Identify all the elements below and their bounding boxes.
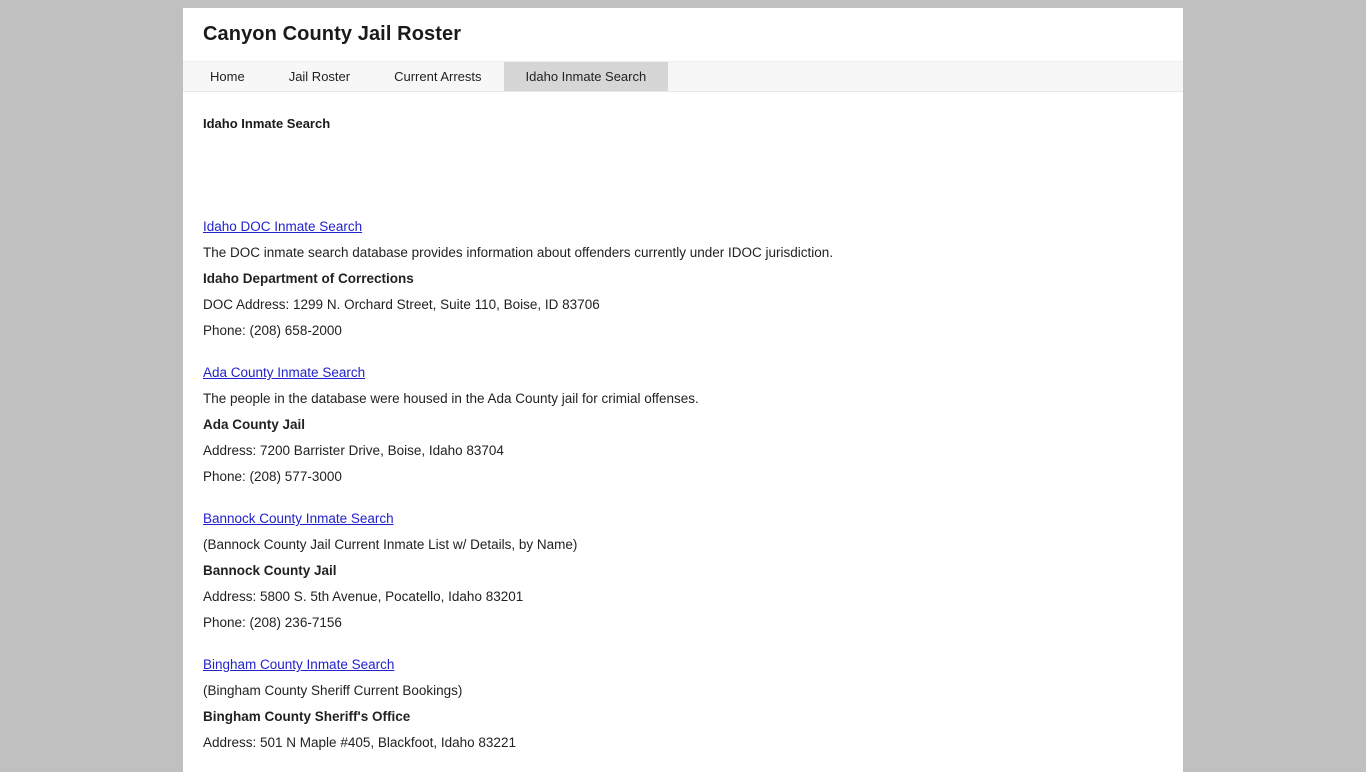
organization-name: Bingham County Sheriff's Office (203, 709, 411, 724)
main-navigation: Home Jail Roster Current Arrests Idaho Inma… (183, 62, 1183, 92)
inmate-search-link[interactable]: Idaho DOC Inmate Search (203, 219, 362, 234)
search-description: (Bingham County Sheriff Current Bookings… (203, 683, 463, 698)
organization-name: Idaho Department of Corrections (203, 271, 414, 286)
organization-address: Address: 501 N Maple #405, Blackfoot, Id… (203, 735, 516, 750)
search-description: (Bannock County Jail Current Inmate List… (203, 537, 578, 552)
nav-item-idaho-inmate-search[interactable]: Idaho Inmate Search (503, 62, 669, 91)
organization-phone: Phone: (208) 658-2000 (203, 323, 342, 338)
inmate-search-block: Idaho DOC Inmate Search The DOC inmate se… (203, 214, 1163, 344)
organization-name: Bannock County Jail (203, 563, 337, 578)
empty-ad-slot (203, 132, 1163, 214)
search-description: The people in the database were housed i… (203, 391, 699, 406)
search-link-row: Idaho DOC Inmate Search (203, 214, 1163, 240)
inmate-search-block: Bannock County Inmate Search (Bannock Cou… (203, 506, 1163, 636)
organization-name: Ada County Jail (203, 417, 306, 432)
organization-address: DOC Address: 1299 N. Orchard Street, Sui… (203, 297, 600, 312)
main-content: Idaho Inmate Search Idaho DOC Inmate Sea… (183, 92, 1183, 756)
search-link-row: Bannock County Inmate Search (203, 506, 1163, 532)
nav-item-label: Jail Roster (288, 69, 351, 84)
nav-item-label: Current Arrests (394, 69, 482, 84)
organization-address: Address: 7200 Barrister Drive, Boise, Id… (203, 443, 504, 458)
inmate-search-list: Idaho DOC Inmate Search The DOC inmate se… (203, 214, 1163, 756)
nav-item-label: Idaho Inmate Search (525, 69, 647, 84)
inmate-search-link[interactable]: Bannock County Inmate Search (203, 511, 394, 526)
inmate-search-block: Bingham County Inmate Search (Bingham Cou… (203, 652, 1163, 756)
organization-phone: Phone: (208) 236-7156 (203, 615, 342, 630)
search-link-row: Bingham County Inmate Search (203, 652, 1163, 678)
nav-item-home[interactable]: Home (188, 62, 267, 91)
page-title: Canyon County Jail Roster (203, 23, 462, 45)
page-container: Canyon County Jail Roster Home Jail Roste… (183, 8, 1183, 772)
inmate-search-link[interactable]: Ada County Inmate Search (203, 365, 365, 380)
search-link-row: Ada County Inmate Search (203, 360, 1163, 386)
organization-phone: Phone: (208) 577-3000 (203, 469, 342, 484)
inmate-search-block: Ada County Inmate Search The people in th… (203, 360, 1163, 490)
search-description: The DOC inmate search database provides … (203, 245, 834, 260)
content-heading: Idaho Inmate Search (203, 116, 331, 131)
nav-item-current-arrests[interactable]: Current Arrests (372, 62, 503, 91)
nav-item-label: Home (210, 69, 245, 84)
site-header: Canyon County Jail Roster (183, 8, 1183, 62)
organization-address: Address: 5800 S. 5th Avenue, Pocatello, … (203, 589, 524, 604)
inmate-search-link[interactable]: Bingham County Inmate Search (203, 657, 394, 672)
nav-item-jail-roster[interactable]: Jail Roster (267, 62, 372, 91)
